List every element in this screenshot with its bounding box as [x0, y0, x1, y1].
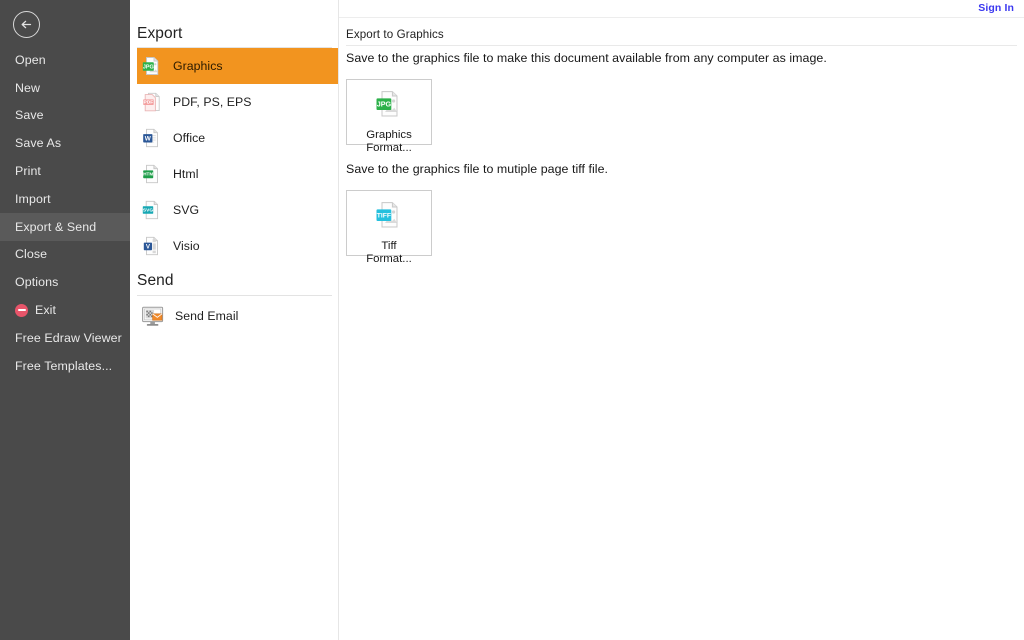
tiff-format-label: Tiff Format... [366, 240, 412, 265]
svg-text:JPG: JPG [143, 64, 154, 70]
jpg-file-icon: JPG [142, 57, 159, 75]
tiff-format-button[interactable]: TIFF Tiff Format... [346, 190, 432, 265]
graphics-format-button[interactable]: JPG Graphics Format... [346, 79, 432, 154]
send-email-icon [142, 306, 164, 326]
export-to-graphics-content: Sign In Export to Graphics Save to the g… [339, 0, 1024, 640]
sidebar-item-print[interactable]: Print [0, 157, 130, 185]
sidebar-item-options[interactable]: Options [0, 268, 130, 296]
sidebar-item-label: Free Templates... [15, 358, 113, 373]
sidebar-item-label: Save [15, 108, 44, 123]
sidebar-item-free-edraw-viewer[interactable]: Free Edraw Viewer [0, 324, 130, 352]
sidebar-item-label: Export & Send [15, 219, 97, 234]
html-file-icon: HTM [143, 164, 158, 184]
export-item-label: Html [173, 167, 199, 181]
sidebar-item-new[interactable]: New [0, 74, 130, 102]
jpg-file-icon: JPG [374, 89, 404, 124]
send-item-label: Send Email [175, 309, 239, 323]
send-item-send-email[interactable]: Send Email [137, 298, 338, 334]
sidebar-item-export-and-send[interactable]: Export & Send [0, 212, 130, 241]
svg-text:JPG: JPG [377, 100, 392, 109]
sidebar-item-import[interactable]: Import [0, 185, 130, 213]
send-section-heading: Send [137, 272, 174, 289]
sidebar-item-label: New [15, 80, 41, 95]
back-arrow-icon [21, 20, 32, 29]
export-item-svg[interactable]: SVG SVG [137, 192, 338, 228]
left-sidebar: Open New Save Save As Print Import Expor… [0, 0, 130, 640]
export-section-heading: Export [137, 25, 183, 42]
title-divider [346, 45, 1017, 46]
header-divider [339, 17, 1024, 18]
sidebar-nav: Open New Save Save As Print Import Expor… [0, 46, 130, 380]
sidebar-item-label: Options [15, 275, 59, 290]
export-item-html[interactable]: HTM Html [137, 156, 338, 192]
send-section-divider [137, 295, 332, 296]
export-item-label: Visio [173, 239, 200, 253]
back-button[interactable] [13, 11, 40, 38]
svg-text:HTM: HTM [143, 172, 153, 177]
export-item-label: Office [173, 131, 206, 145]
sidebar-item-exit[interactable]: Exit [0, 296, 130, 324]
export-item-label: Graphics [173, 59, 223, 73]
page-title: Export to Graphics [346, 28, 444, 41]
sidebar-item-label: Save As [15, 136, 62, 151]
sidebar-item-free-templates[interactable]: Free Templates... [0, 352, 130, 380]
visio-file-icon: V [143, 236, 158, 256]
export-format-list: JPG Graphics PDF PDF, PS, EPS W Office H… [137, 48, 338, 264]
sidebar-item-label: Open [15, 52, 46, 67]
export-send-panel: Export JPG Graphics PDF PDF, PS, EPS W O… [130, 0, 339, 640]
exit-icon [15, 303, 28, 317]
graphics-description: Save to the graphics file to make this d… [346, 51, 827, 65]
export-item-label: PDF, PS, EPS [173, 95, 252, 109]
export-item-visio[interactable]: V Visio [137, 228, 338, 264]
svg-text:TIFF: TIFF [377, 213, 391, 220]
svg-text:W: W [145, 135, 152, 142]
pdf-file-icon: PDF [143, 92, 160, 112]
sidebar-item-save[interactable]: Save [0, 102, 130, 130]
word-file-icon: W [143, 128, 158, 148]
sidebar-item-label: Free Edraw Viewer [15, 330, 122, 345]
export-item-office[interactable]: W Office [137, 120, 338, 156]
sidebar-item-label: Close [15, 247, 48, 262]
tiff-file-icon: TIFF [374, 200, 404, 235]
svg-file-icon: SVG [142, 200, 159, 220]
send-list: Send Email [137, 298, 338, 334]
export-send-backstage-screen: Open New Save Save As Print Import Expor… [0, 0, 1024, 640]
sign-in-link[interactable]: Sign In [978, 2, 1014, 14]
export-item-label: SVG [173, 203, 200, 217]
tiff-description: Save to the graphics file to mutiple pag… [346, 162, 609, 176]
export-item-pdf-ps-eps[interactable]: PDF PDF, PS, EPS [137, 84, 338, 120]
sidebar-item-open[interactable]: Open [0, 46, 130, 74]
export-item-graphics[interactable]: JPG Graphics [137, 48, 338, 84]
sidebar-item-label: Exit [35, 303, 57, 318]
graphics-format-label: Graphics Format... [366, 129, 412, 154]
svg-text:PDF: PDF [144, 100, 154, 106]
sidebar-item-close[interactable]: Close [0, 241, 130, 269]
svg-text:SVG: SVG [143, 208, 153, 214]
sidebar-item-label: Print [15, 164, 41, 179]
sidebar-item-label: Import [15, 191, 51, 206]
sidebar-item-save-as[interactable]: Save As [0, 129, 130, 157]
